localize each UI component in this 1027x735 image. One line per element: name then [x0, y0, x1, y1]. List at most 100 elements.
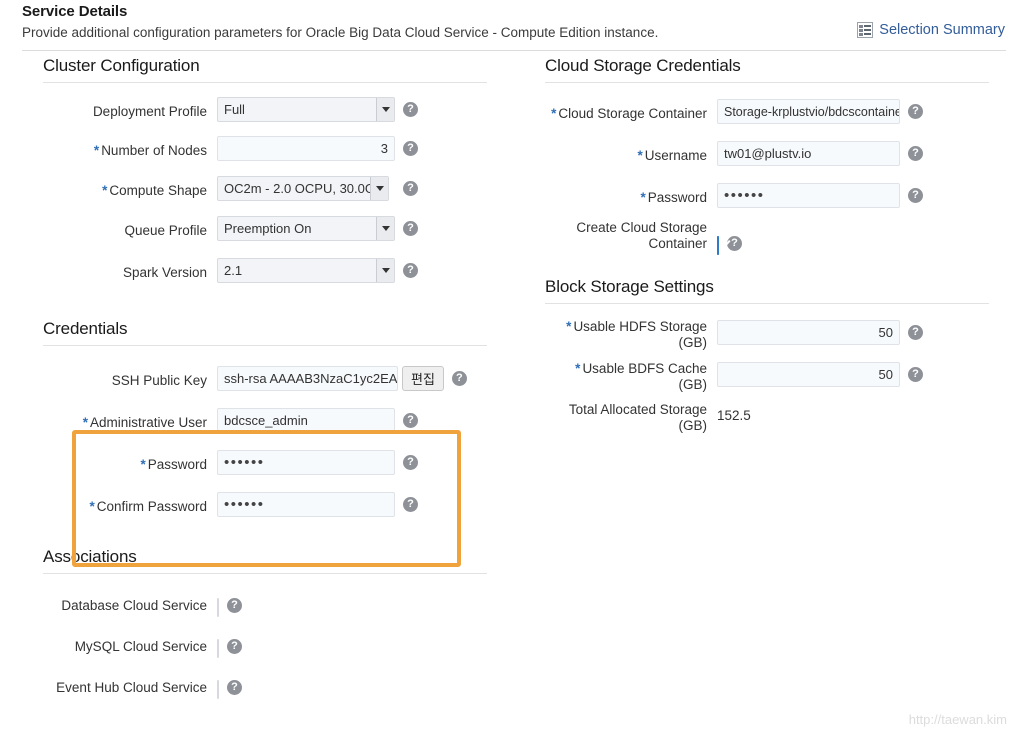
section-divider-cloud-storage-credentials	[545, 82, 989, 83]
label-text-confirm-password: Confirm Password	[96, 499, 207, 514]
left-column: Cluster Configuration Deployment Profile…	[22, 56, 502, 699]
edit-ssh-key-button[interactable]: 편집	[402, 366, 444, 391]
chevron-down-icon[interactable]	[370, 177, 388, 200]
control-storage-username: tw01@plustv.io	[717, 141, 900, 166]
field-row-mysql-cloud-service: MySQL Cloud Service ?	[22, 637, 502, 658]
label-compute-shape: * Compute Shape	[22, 176, 207, 198]
page-header: Service Details Provide additional confi…	[0, 0, 1027, 52]
field-row-event-hub-cloud-service: Event Hub Cloud Service ?	[22, 678, 502, 699]
help-icon-spark-version[interactable]: ?	[403, 263, 418, 278]
control-mysql-cloud-service	[217, 637, 219, 658]
section-block-storage-settings: Block Storage Settings * Usable HDFS Stor…	[524, 277, 1004, 434]
field-row-usable-bdfs-cache: * Usable BDFS Cache (GB) 50 ?	[524, 361, 1004, 393]
help-icon-mysql-cloud-service[interactable]: ?	[227, 639, 242, 654]
select-deployment-profile[interactable]: Full	[217, 97, 395, 122]
select-spark-version[interactable]: 2.1	[217, 258, 395, 283]
input-usable-bdfs-cache[interactable]: 50	[717, 362, 900, 387]
help-icon-admin-password[interactable]: ?	[403, 455, 418, 470]
input-storage-username[interactable]: tw01@plustv.io	[717, 141, 900, 166]
help-icon-storage-username[interactable]: ?	[908, 146, 923, 161]
help-icon-database-cloud-service[interactable]: ?	[227, 598, 242, 613]
selection-summary-link[interactable]: Selection Summary	[857, 22, 1005, 38]
section-associations: Associations Database Cloud Service ? My…	[22, 547, 502, 699]
label-cloud-storage-container: * Cloud Storage Container	[524, 99, 707, 121]
header-divider	[22, 50, 1006, 51]
label-deployment-profile: Deployment Profile	[92, 104, 207, 119]
checkbox-event-hub-cloud-service[interactable]	[217, 680, 219, 699]
control-storage-password: ••••••	[717, 183, 900, 208]
label-event-hub-cloud-service: Event Hub Cloud Service	[56, 680, 207, 695]
help-icon-deployment-profile[interactable]: ?	[403, 102, 418, 117]
page-subtitle: Provide additional configuration paramet…	[22, 25, 659, 40]
label-text-administrative-user: Administrative User	[89, 415, 207, 430]
input-administrative-user[interactable]: bdcsce_admin	[217, 408, 395, 433]
help-icon-usable-hdfs-storage[interactable]: ?	[908, 325, 923, 340]
input-value-administrative-user: bdcsce_admin	[224, 413, 308, 428]
checkbox-create-cloud-storage-container[interactable]	[717, 236, 719, 255]
chevron-down-icon[interactable]	[376, 98, 394, 121]
input-admin-password[interactable]: ••••••	[217, 450, 395, 475]
chevron-down-icon[interactable]	[376, 259, 394, 282]
input-value-cloud-storage-container: Storage-krplustvio/bdcscontainer	[724, 104, 900, 119]
section-credentials: Credentials SSH Public Key ssh-rsa AAAAB…	[22, 319, 502, 517]
service-details-page: Service Details Provide additional confi…	[0, 0, 1027, 735]
help-icon-usable-bdfs-cache[interactable]: ?	[908, 367, 923, 382]
required-marker: *	[140, 457, 146, 472]
watermark: http://taewan.kim	[908, 712, 1007, 727]
help-icon-compute-shape[interactable]: ?	[403, 181, 418, 196]
label-text-compute-shape: Compute Shape	[109, 183, 207, 198]
help-icon-number-of-nodes[interactable]: ?	[403, 141, 418, 156]
input-confirm-password[interactable]: ••••••	[217, 492, 395, 517]
selection-summary-label: Selection Summary	[879, 22, 1005, 38]
help-icon-create-cloud-storage-container[interactable]: ?	[727, 236, 742, 251]
page-title: Service Details	[22, 3, 128, 20]
select-queue-profile[interactable]: Preemption On	[217, 216, 395, 241]
checkbox-mysql-cloud-service[interactable]	[217, 639, 219, 658]
control-compute-shape: OC2m - 2.0 OCPU, 30.0GB RA	[217, 176, 389, 201]
field-row-ssh-public-key: SSH Public Key ssh-rsa AAAAB3NzaC1yc2EAA…	[22, 366, 502, 391]
label-spark-version: Spark Version	[122, 265, 207, 280]
section-divider-cluster-configuration	[43, 82, 487, 83]
control-confirm-password: ••••••	[217, 492, 395, 517]
label-usable-bdfs-cache: * Usable BDFS Cache (GB)	[524, 361, 707, 393]
required-marker: *	[93, 143, 100, 158]
input-value-admin-password: ••••••	[224, 454, 265, 471]
summary-icon-box-3	[859, 33, 864, 36]
help-icon-confirm-password[interactable]: ?	[403, 497, 418, 512]
chevron-down-icon[interactable]	[376, 217, 394, 240]
help-icon-queue-profile[interactable]: ?	[403, 221, 418, 236]
input-usable-hdfs-storage[interactable]: 50	[717, 320, 900, 345]
field-row-cloud-storage-container: * Cloud Storage Container Storage-krplust…	[524, 99, 1004, 124]
required-marker: *	[640, 190, 646, 205]
label-storage-password: * Password	[524, 183, 707, 205]
help-icon-event-hub-cloud-service[interactable]: ?	[227, 680, 242, 695]
field-row-administrative-user: * Administrative User bdcsce_admin ?	[22, 408, 502, 433]
help-icon-cloud-storage-container[interactable]: ?	[908, 104, 923, 119]
input-value-storage-password: ••••••	[724, 187, 765, 204]
checkbox-database-cloud-service[interactable]	[217, 598, 219, 617]
input-number-of-nodes[interactable]: 3	[217, 136, 395, 161]
label-storage-username: * Username	[524, 141, 707, 163]
control-ssh-public-key: ssh-rsa AAAAB3NzaC1yc2EAA 편집	[217, 366, 444, 391]
input-value-ssh-public-key: ssh-rsa AAAAB3NzaC1yc2EAA	[224, 371, 398, 386]
required-marker: *	[566, 319, 572, 334]
value-total-allocated-storage: 152.5	[717, 408, 751, 423]
input-value-usable-bdfs-cache: 50	[878, 367, 893, 382]
field-row-usable-hdfs-storage: * Usable HDFS Storage (GB) 50 ?	[524, 319, 1004, 351]
section-divider-credentials	[43, 345, 487, 346]
input-ssh-public-key[interactable]: ssh-rsa AAAAB3NzaC1yc2EAA	[217, 366, 398, 391]
control-total-allocated-storage: 152.5	[717, 402, 751, 423]
input-storage-password[interactable]: ••••••	[717, 183, 900, 208]
section-title-cluster-configuration: Cluster Configuration	[43, 56, 200, 75]
section-title-cloud-storage-credentials: Cloud Storage Credentials	[545, 56, 741, 75]
summary-list-icon	[857, 22, 874, 38]
help-icon-storage-password[interactable]: ?	[908, 188, 923, 203]
section-cloud-storage-credentials: Cloud Storage Credentials * Cloud Storage…	[524, 56, 1004, 255]
select-value-deployment-profile: Full	[224, 102, 245, 117]
select-compute-shape[interactable]: OC2m - 2.0 OCPU, 30.0GB RA	[217, 176, 389, 201]
help-icon-administrative-user[interactable]: ?	[403, 413, 418, 428]
input-cloud-storage-container[interactable]: Storage-krplustvio/bdcscontainer	[717, 99, 900, 124]
input-value-usable-hdfs-storage: 50	[878, 325, 893, 340]
summary-icon-box-2	[859, 29, 864, 32]
help-icon-ssh-public-key[interactable]: ?	[451, 371, 467, 386]
